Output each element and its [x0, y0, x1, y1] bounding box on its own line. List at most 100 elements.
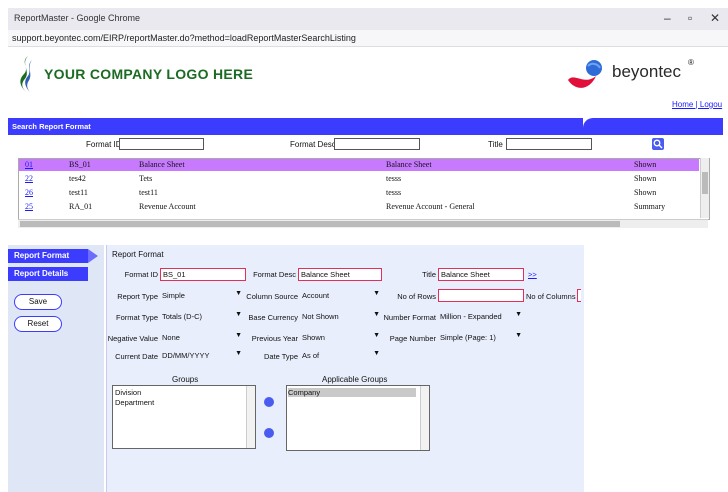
- table-vertical-scrollbar[interactable]: [700, 158, 709, 218]
- table-horizontal-scrollbar[interactable]: [18, 219, 708, 228]
- save-button[interactable]: Save: [14, 294, 62, 310]
- maximize-icon[interactable]: ▫: [688, 11, 692, 25]
- dropdown-arrow-icon: ▼: [515, 311, 522, 318]
- search-title-input[interactable]: [506, 138, 592, 150]
- column-source-select[interactable]: Account ▼: [300, 290, 382, 302]
- date-type-label: Date Type: [263, 352, 298, 361]
- address-bar[interactable]: support.beyontec.com/EIRP/reportMaster.d…: [8, 30, 728, 47]
- beyontec-logo-icon: [568, 60, 602, 88]
- row-desc: Tets: [139, 174, 153, 183]
- current-date-value: DD/MM/YYYY: [162, 351, 210, 360]
- dropdown-arrow-icon: ▼: [515, 332, 522, 339]
- row-id-link[interactable]: 25: [25, 202, 33, 211]
- scrollbar-thumb[interactable]: [702, 172, 708, 194]
- remove-group-button[interactable]: [264, 428, 274, 438]
- report-format-form: [106, 245, 585, 492]
- table-row[interactable]: 26 test11 test11 tesss Shown: [19, 187, 699, 199]
- close-icon[interactable]: ✕: [710, 11, 720, 25]
- groups-label: Groups: [172, 375, 199, 384]
- chevron-right-icon: [88, 249, 98, 263]
- home-logout-link[interactable]: Home | Logou: [672, 100, 722, 109]
- current-date-select[interactable]: DD/MM/YYYY ▼: [160, 350, 244, 362]
- row-code: test11: [69, 188, 88, 197]
- no-of-rows-field[interactable]: [438, 289, 524, 302]
- dropdown-arrow-icon: ▼: [235, 350, 242, 357]
- brand-name: beyontec: [612, 62, 681, 81]
- dropdown-arrow-icon: ▼: [235, 290, 242, 297]
- number-format-label: Number Format: [383, 313, 436, 322]
- row-display: Shown: [634, 160, 657, 169]
- minimize-icon[interactable]: –: [664, 11, 671, 25]
- previous-year-value: Shown: [302, 333, 325, 342]
- add-group-button[interactable]: [264, 397, 274, 407]
- search-button[interactable]: [652, 138, 664, 150]
- table-row[interactable]: 01 BS_01 Balance Sheet Balance Sheet Sho…: [19, 159, 699, 171]
- applicable-groups-scrollbar[interactable]: [420, 386, 429, 450]
- groups-list[interactable]: Division Department: [112, 385, 256, 449]
- row-desc: Revenue Account: [139, 202, 196, 211]
- previous-year-select[interactable]: Shown ▼: [300, 332, 382, 344]
- search-format-id-input[interactable]: [119, 138, 204, 150]
- title-link[interactable]: >>: [528, 270, 537, 279]
- negative-value-select[interactable]: None ▼: [160, 332, 244, 344]
- groups-scrollbar[interactable]: [246, 386, 255, 448]
- tab-report-format-label: Report Format: [14, 251, 70, 260]
- company-logo-text: YOUR COMPANY LOGO HERE: [44, 66, 254, 82]
- tab-report-format[interactable]: Report Format: [8, 249, 88, 263]
- applicable-groups-label: Applicable Groups: [322, 375, 388, 384]
- row-id-link[interactable]: 26: [25, 188, 33, 197]
- scrollbar-thumb[interactable]: [20, 221, 620, 227]
- date-type-select[interactable]: As of ▼: [300, 350, 382, 362]
- search-format-desc-input[interactable]: [334, 138, 420, 150]
- row-id-link[interactable]: 01: [25, 160, 33, 169]
- no-of-rows-label: No of Rows: [397, 292, 436, 301]
- dropdown-arrow-icon: ▼: [235, 311, 242, 318]
- search-icon: [653, 139, 663, 149]
- number-format-select[interactable]: Million - Expanded ▼: [438, 311, 524, 323]
- list-item[interactable]: Department: [115, 398, 154, 407]
- format-type-select[interactable]: Totals (D-C) ▼: [160, 311, 244, 323]
- page-number-select[interactable]: Simple (Page: 1) ▼: [438, 332, 524, 344]
- column-source-value: Account: [302, 291, 330, 300]
- applicable-groups-list[interactable]: Company: [286, 385, 430, 451]
- report-type-label: Report Type: [117, 292, 158, 301]
- company-logo-icon: [20, 56, 32, 92]
- report-type-value: Simple: [162, 291, 185, 300]
- date-type-value: As of: [302, 351, 320, 360]
- table-row[interactable]: 25 RA_01 Revenue Account Revenue Account…: [19, 201, 699, 213]
- format-desc-field[interactable]: Balance Sheet: [298, 268, 382, 281]
- search-title-label: Title: [488, 140, 503, 149]
- title-label: Title: [422, 270, 436, 279]
- title-field[interactable]: Balance Sheet: [438, 268, 524, 281]
- negative-value-value: None: [162, 333, 180, 342]
- row-title: Balance Sheet: [386, 160, 432, 169]
- base-currency-select[interactable]: Not Shown ▼: [300, 311, 382, 323]
- table-row[interactable]: 22 tes42 Tets tesss Shown: [19, 173, 699, 185]
- format-desc-label: Format Desc: [253, 270, 296, 279]
- no-of-columns-field[interactable]: [577, 289, 581, 302]
- list-item[interactable]: Division: [115, 388, 141, 397]
- negative-value-label: Negative Value: [107, 334, 158, 343]
- column-source-label: Column Source: [246, 292, 298, 301]
- report-type-select[interactable]: Simple ▼: [160, 290, 244, 302]
- dropdown-arrow-icon: ▼: [373, 350, 380, 357]
- row-id-link[interactable]: 22: [25, 174, 33, 183]
- current-date-label: Current Date: [115, 352, 158, 361]
- search-format-desc-label: Format Desc: [290, 140, 336, 149]
- reset-button[interactable]: Reset: [14, 316, 62, 332]
- row-desc: test11: [139, 188, 158, 197]
- browser-title-bar: ReportMaster - Google Chrome – ▫ ✕: [8, 8, 728, 30]
- window-title: ReportMaster - Google Chrome: [14, 13, 141, 23]
- row-display: Shown: [634, 188, 657, 197]
- list-item[interactable]: Company: [288, 388, 416, 397]
- tab-report-details[interactable]: Report Details: [8, 267, 88, 281]
- page-number-label: Page Number: [389, 334, 436, 343]
- previous-year-label: Previous Year: [251, 334, 298, 343]
- search-banner-tail: [583, 118, 723, 135]
- search-banner: [8, 118, 583, 135]
- format-id-field[interactable]: BS_01: [160, 268, 246, 281]
- row-display: Shown: [634, 174, 657, 183]
- search-format-id-label: Format ID: [86, 140, 122, 149]
- row-code: BS_01: [69, 160, 91, 169]
- row-desc: Balance Sheet: [139, 160, 185, 169]
